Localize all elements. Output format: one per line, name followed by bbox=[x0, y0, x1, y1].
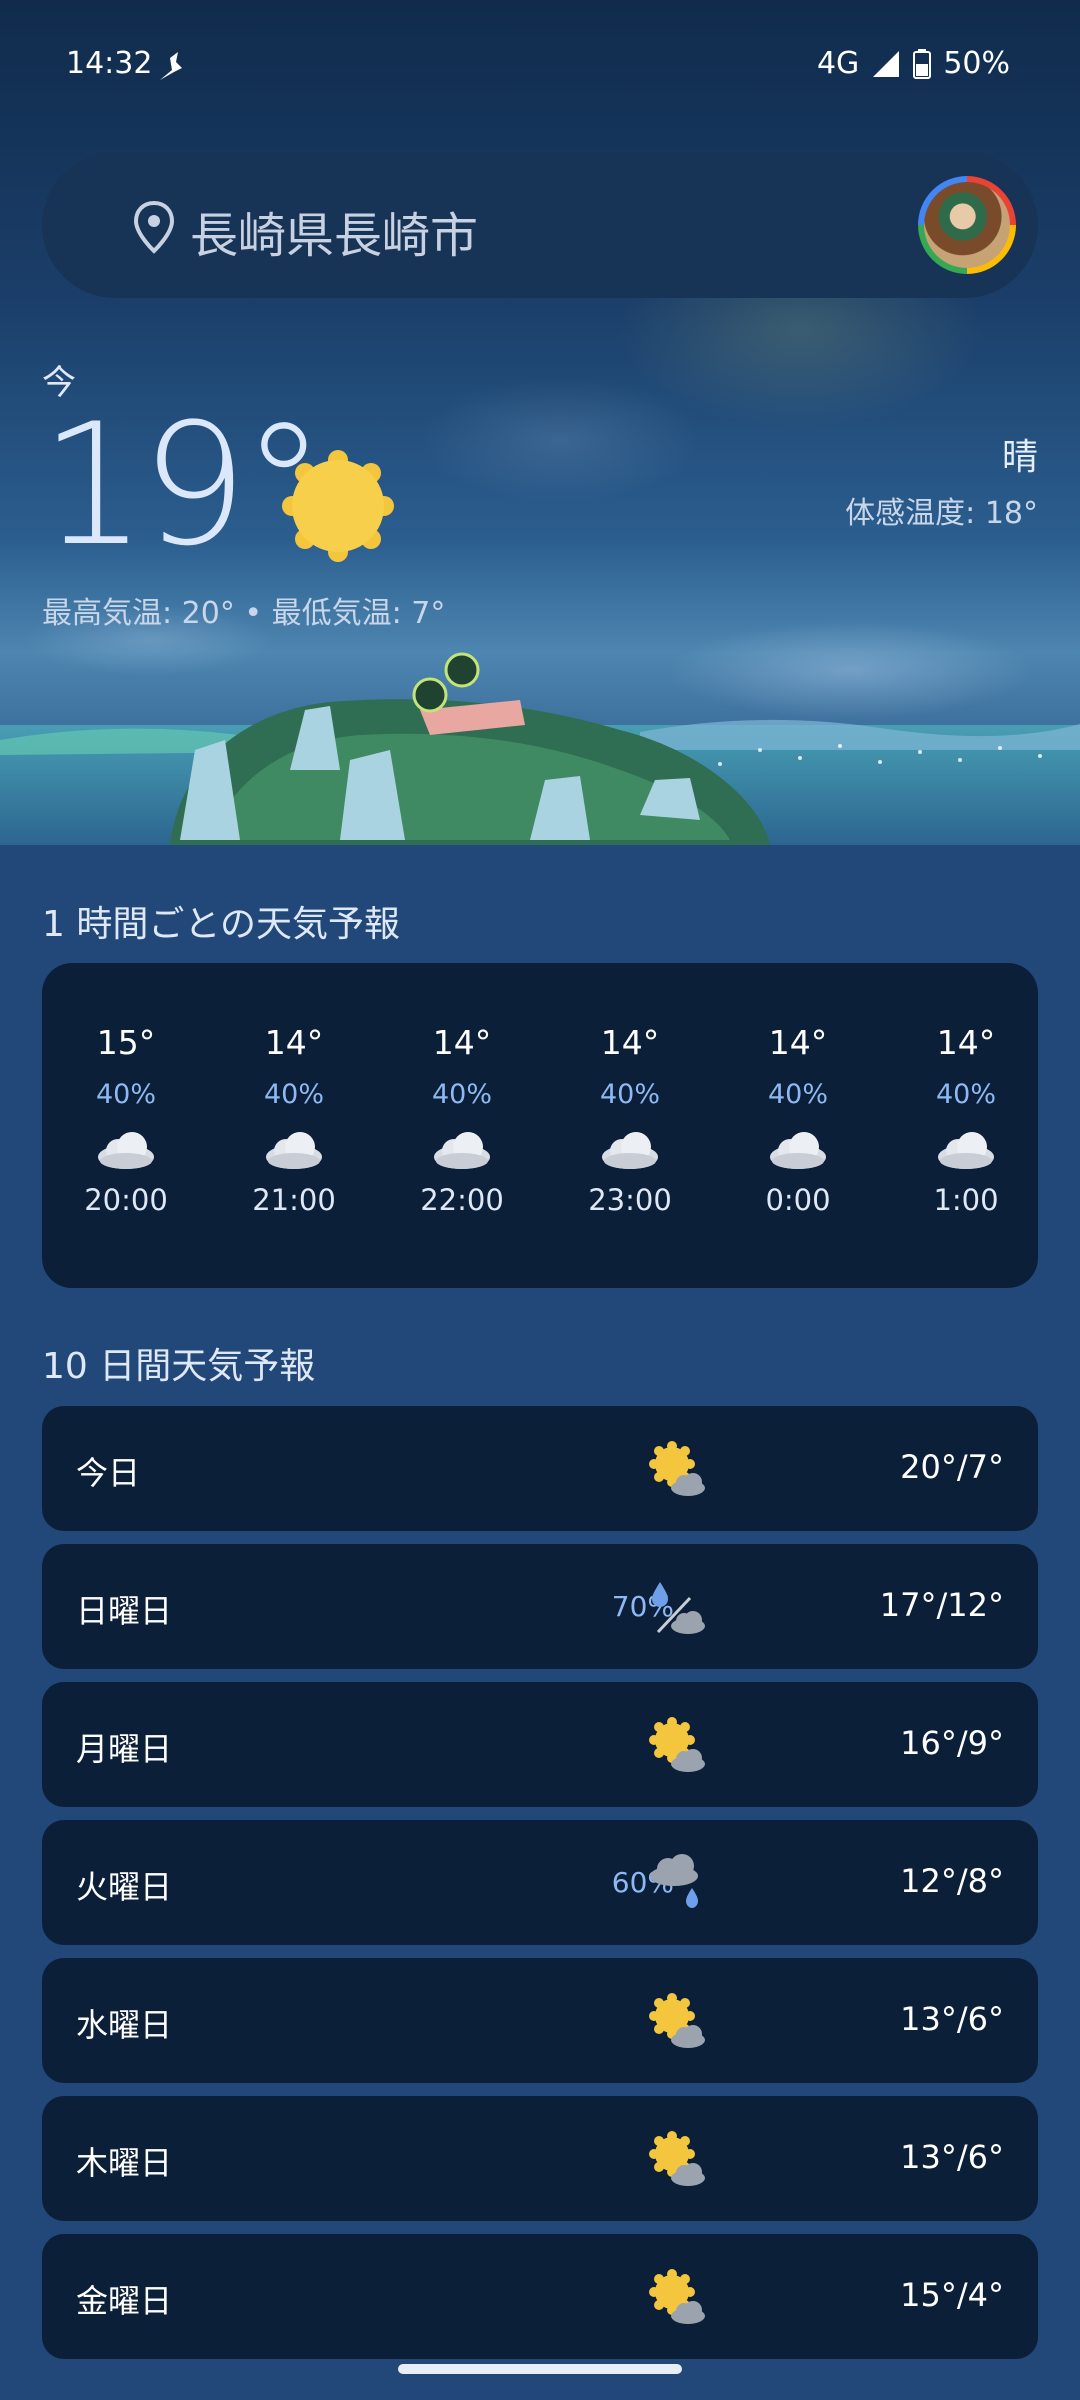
partly-sunny-icon bbox=[649, 1993, 705, 2048]
high-low-temperature: 最高気温: 20° • 最低気温: 7° bbox=[42, 596, 446, 631]
day-label: 金曜日 bbox=[76, 2282, 173, 2320]
daily-forecast-row[interactable]: 木曜日 13°/6° bbox=[42, 2096, 1038, 2221]
hourly-precipitation: 40% bbox=[767, 1079, 828, 1110]
current-temperature: 19° bbox=[40, 387, 326, 583]
hourly-item: 14° 40% 0:00 bbox=[714, 1023, 882, 1217]
day-high-low: 13°/6° bbox=[900, 2000, 1004, 2038]
feels-like: 体感温度: 18° bbox=[845, 496, 1038, 531]
location-search-bar[interactable]: 長崎県長崎市 bbox=[42, 152, 1038, 298]
status-bar: 14:32 4G 50% bbox=[0, 0, 1080, 130]
hourly-forecast-card[interactable]: 15° 40% 20:00 14° 40% 21:00 14° 40% 22:00 14° 40% 2… bbox=[42, 963, 1038, 1288]
partly-sunny-icon bbox=[649, 2269, 705, 2324]
hourly-item: 14° 40% 21:00 bbox=[210, 1023, 378, 1217]
daily-forecast-title: 10 日間天気予報 bbox=[42, 1346, 316, 1387]
partly-sunny-icon bbox=[649, 1441, 705, 1496]
day-high-low: 20°/7° bbox=[900, 1448, 1004, 1486]
daily-forecast-row[interactable]: 金曜日 15°/4° bbox=[42, 2234, 1038, 2359]
cloud-rain-icon bbox=[650, 1854, 698, 1908]
day-high-low: 12°/8° bbox=[900, 1862, 1004, 1900]
cloudy-icon bbox=[98, 1132, 154, 1169]
status-time: 14:32 bbox=[66, 46, 153, 81]
cloudy-icon bbox=[938, 1132, 994, 1169]
hourly-temperature: 15° bbox=[96, 1023, 156, 1062]
hourly-forecast-title: 1 時間ごとの天気予報 bbox=[42, 904, 400, 945]
hourly-time: 23:00 bbox=[588, 1183, 672, 1217]
hourly-item: 14° 40% 23:00 bbox=[546, 1023, 714, 1217]
daily-forecast-row[interactable]: 今日 20°/7° bbox=[42, 1406, 1038, 1531]
navigation-handle[interactable] bbox=[398, 2364, 682, 2374]
day-label: 今日 bbox=[76, 1454, 141, 1492]
day-label: 火曜日 bbox=[76, 1868, 173, 1906]
partly-sunny-icon bbox=[649, 2131, 705, 2186]
network-type: 4G bbox=[816, 46, 860, 81]
day-label: 水曜日 bbox=[76, 2006, 173, 2044]
daily-forecast-row[interactable]: 水曜日 13°/6° bbox=[42, 1958, 1038, 2083]
location-pin-icon bbox=[133, 200, 175, 254]
cloudy-icon bbox=[602, 1132, 658, 1169]
current-condition: 晴 bbox=[1001, 437, 1038, 478]
signal-icon bbox=[873, 50, 900, 77]
battery-icon bbox=[913, 48, 932, 79]
rain-snow-mix-icon bbox=[652, 1582, 705, 1634]
location-name: 長崎県長崎市 bbox=[190, 208, 479, 264]
hourly-precipitation: 40% bbox=[95, 1079, 156, 1110]
daily-forecast-row[interactable]: 月曜日 16°/9° bbox=[42, 1682, 1038, 1807]
day-high-low: 15°/4° bbox=[900, 2276, 1004, 2314]
daily-forecast-row[interactable]: 火曜日 60% 12°/8° bbox=[42, 1820, 1038, 1945]
hourly-precipitation: 40% bbox=[431, 1079, 492, 1110]
hourly-precipitation: 40% bbox=[599, 1079, 660, 1110]
hourly-temperature: 14° bbox=[600, 1023, 660, 1062]
hourly-time: 0:00 bbox=[765, 1183, 831, 1217]
account-avatar[interactable] bbox=[918, 176, 1016, 274]
avatar-image bbox=[924, 182, 1010, 268]
hourly-precipitation: 40% bbox=[935, 1079, 996, 1110]
hourly-temperature: 14° bbox=[432, 1023, 492, 1062]
day-label: 木曜日 bbox=[76, 2144, 173, 2182]
hourly-precipitation: 40% bbox=[263, 1079, 324, 1110]
day-label: 月曜日 bbox=[76, 1730, 173, 1768]
sunny-icon bbox=[282, 450, 394, 562]
hourly-item: 14° 40% 1:00 bbox=[882, 1023, 1050, 1217]
day-label: 日曜日 bbox=[76, 1592, 173, 1630]
hourly-item: 14° 40% 22:00 bbox=[378, 1023, 546, 1217]
hourly-item: 15° 40% 20:00 bbox=[42, 1023, 210, 1217]
hourly-temperature: 14° bbox=[768, 1023, 828, 1062]
hourly-time: 22:00 bbox=[420, 1183, 504, 1217]
battery-level: 50% bbox=[943, 46, 1010, 81]
cloudy-icon bbox=[266, 1132, 322, 1169]
hourly-temperature: 14° bbox=[264, 1023, 324, 1062]
weather-scene-illustration bbox=[0, 652, 1080, 880]
notification-icon bbox=[160, 52, 182, 80]
day-high-low: 13°/6° bbox=[900, 2138, 1004, 2176]
hourly-time: 21:00 bbox=[252, 1183, 336, 1217]
cloudy-icon bbox=[770, 1132, 826, 1169]
day-high-low: 17°/12° bbox=[879, 1586, 1004, 1624]
hourly-time: 20:00 bbox=[84, 1183, 168, 1217]
partly-sunny-icon bbox=[649, 1717, 705, 1772]
day-high-low: 16°/9° bbox=[900, 1724, 1004, 1762]
hourly-temperature: 14° bbox=[936, 1023, 996, 1062]
status-right: 4G 50% bbox=[817, 46, 1010, 81]
hourly-time: 1:00 bbox=[933, 1183, 999, 1217]
daily-forecast-row[interactable]: 日曜日 70% 17°/12° bbox=[42, 1544, 1038, 1669]
cloudy-icon bbox=[434, 1132, 490, 1169]
